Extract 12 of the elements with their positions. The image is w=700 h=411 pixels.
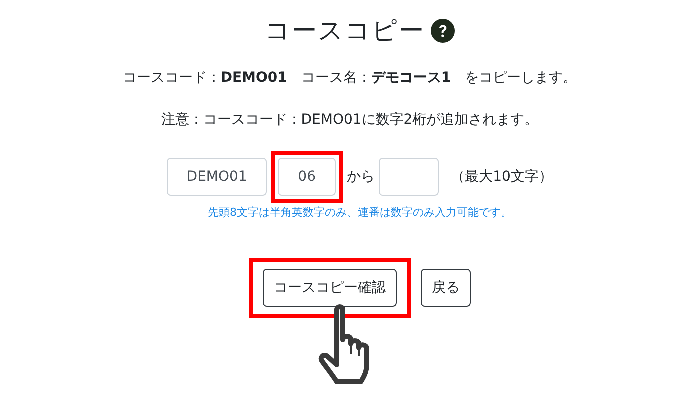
back-button[interactable]: 戻る: [421, 269, 471, 307]
notice-text: 注意：コースコード：DEMO01に数字2桁が追加されます。: [161, 111, 539, 129]
page-title: コースコピー: [265, 15, 425, 47]
input-hint: 先頭8文字は半角英数字のみ、連番は数字のみ入力可能です。: [208, 205, 512, 220]
code-input[interactable]: 06: [278, 158, 336, 196]
summary-text: コースコード：DEMO01 コース名：デモコース1 をコピーします。: [122, 69, 578, 87]
name-input[interactable]: [379, 158, 440, 196]
confirm-button[interactable]: コースコピー確認: [263, 269, 397, 307]
max-length-label: （最大10文字）: [451, 168, 553, 186]
help-icon[interactable]: [431, 18, 455, 42]
from-label: から: [347, 168, 376, 186]
code-input[interactable]: DEMO01: [167, 158, 268, 196]
